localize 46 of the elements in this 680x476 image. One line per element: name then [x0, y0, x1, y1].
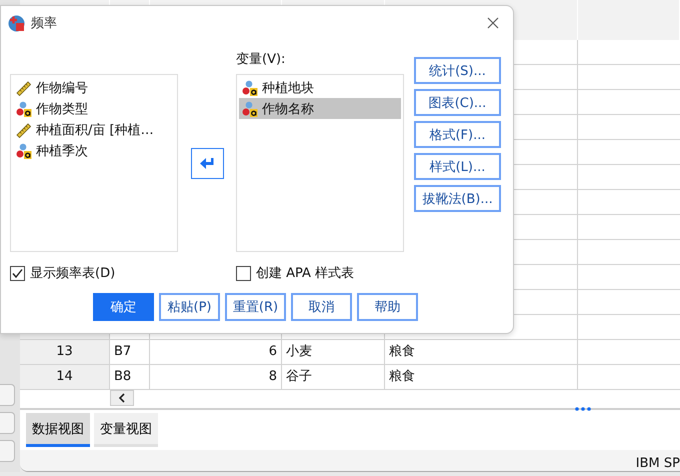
nominal-variable-icon — [242, 80, 258, 96]
variable-item[interactable]: 作物名称 — [239, 98, 401, 119]
target-variable-list[interactable]: 种植地块 作物名称 — [236, 74, 404, 252]
source-variable-list[interactable]: 作物编号 作物类型 种植面积/亩 [种植… 种植季次 — [10, 74, 178, 252]
return-arrow-icon — [200, 158, 214, 170]
variable-item[interactable]: 种植季次 — [13, 140, 175, 161]
variable-item[interactable]: 作物编号 — [13, 77, 175, 98]
nominal-variable-icon — [16, 142, 32, 158]
variable-item[interactable]: 作物类型 — [13, 98, 175, 119]
dialog-button[interactable]: 粘贴(P) — [159, 293, 220, 321]
dialog-button[interactable]: 帮助 — [357, 293, 418, 321]
splitter-handle-icon[interactable] — [575, 407, 591, 411]
scroll-left-button[interactable] — [110, 390, 134, 406]
row-number: 13 — [20, 340, 110, 365]
variable-item[interactable]: 种植地块 — [239, 77, 401, 98]
nominal-variable-icon — [16, 100, 32, 116]
app-icon — [8, 14, 25, 32]
move-button[interactable] — [190, 148, 224, 179]
dialog-button[interactable]: 取消 — [291, 293, 352, 321]
table-cell: 6 — [150, 340, 282, 365]
view-tab[interactable]: 变量视图 — [94, 413, 158, 447]
checkbox[interactable] — [10, 266, 25, 280]
checkbox-label: 创建 APA 样式表 — [256, 265, 354, 282]
dialog-button[interactable]: 拔靴法(B)... — [414, 185, 501, 212]
variable-item[interactable]: 种植面积/亩 [种植… — [13, 119, 175, 140]
dialog-button[interactable]: 确定 — [93, 293, 154, 321]
dialog-button[interactable]: 重置(R) — [225, 293, 286, 321]
dialog-title: 频率 — [31, 15, 58, 32]
status-text: IBM SP — [636, 456, 680, 471]
table-cell: 粮食 — [385, 340, 578, 365]
dialog-button[interactable]: 统计(S)... — [414, 57, 501, 84]
dialog-button[interactable]: 样式(L)... — [414, 153, 501, 180]
nominal-variable-icon — [242, 100, 258, 116]
checkbox[interactable] — [236, 266, 251, 280]
close-icon[interactable] — [487, 17, 499, 29]
dialog-button[interactable]: 图表(C)... — [414, 89, 501, 116]
checkbox-label: 显示频率表(D) — [30, 265, 116, 282]
table-cell: 小麦 — [282, 340, 385, 365]
ruler-icon — [16, 122, 32, 138]
row-number: 14 — [20, 365, 110, 390]
chevron-left-icon — [118, 393, 126, 403]
variables-label: 变量(V): — [236, 51, 286, 69]
ruler-icon — [16, 80, 32, 96]
view-tab[interactable]: 数据视图 — [26, 413, 90, 447]
table-cell: B7 — [110, 340, 150, 365]
dialog-button[interactable]: 格式(F)... — [414, 121, 501, 148]
